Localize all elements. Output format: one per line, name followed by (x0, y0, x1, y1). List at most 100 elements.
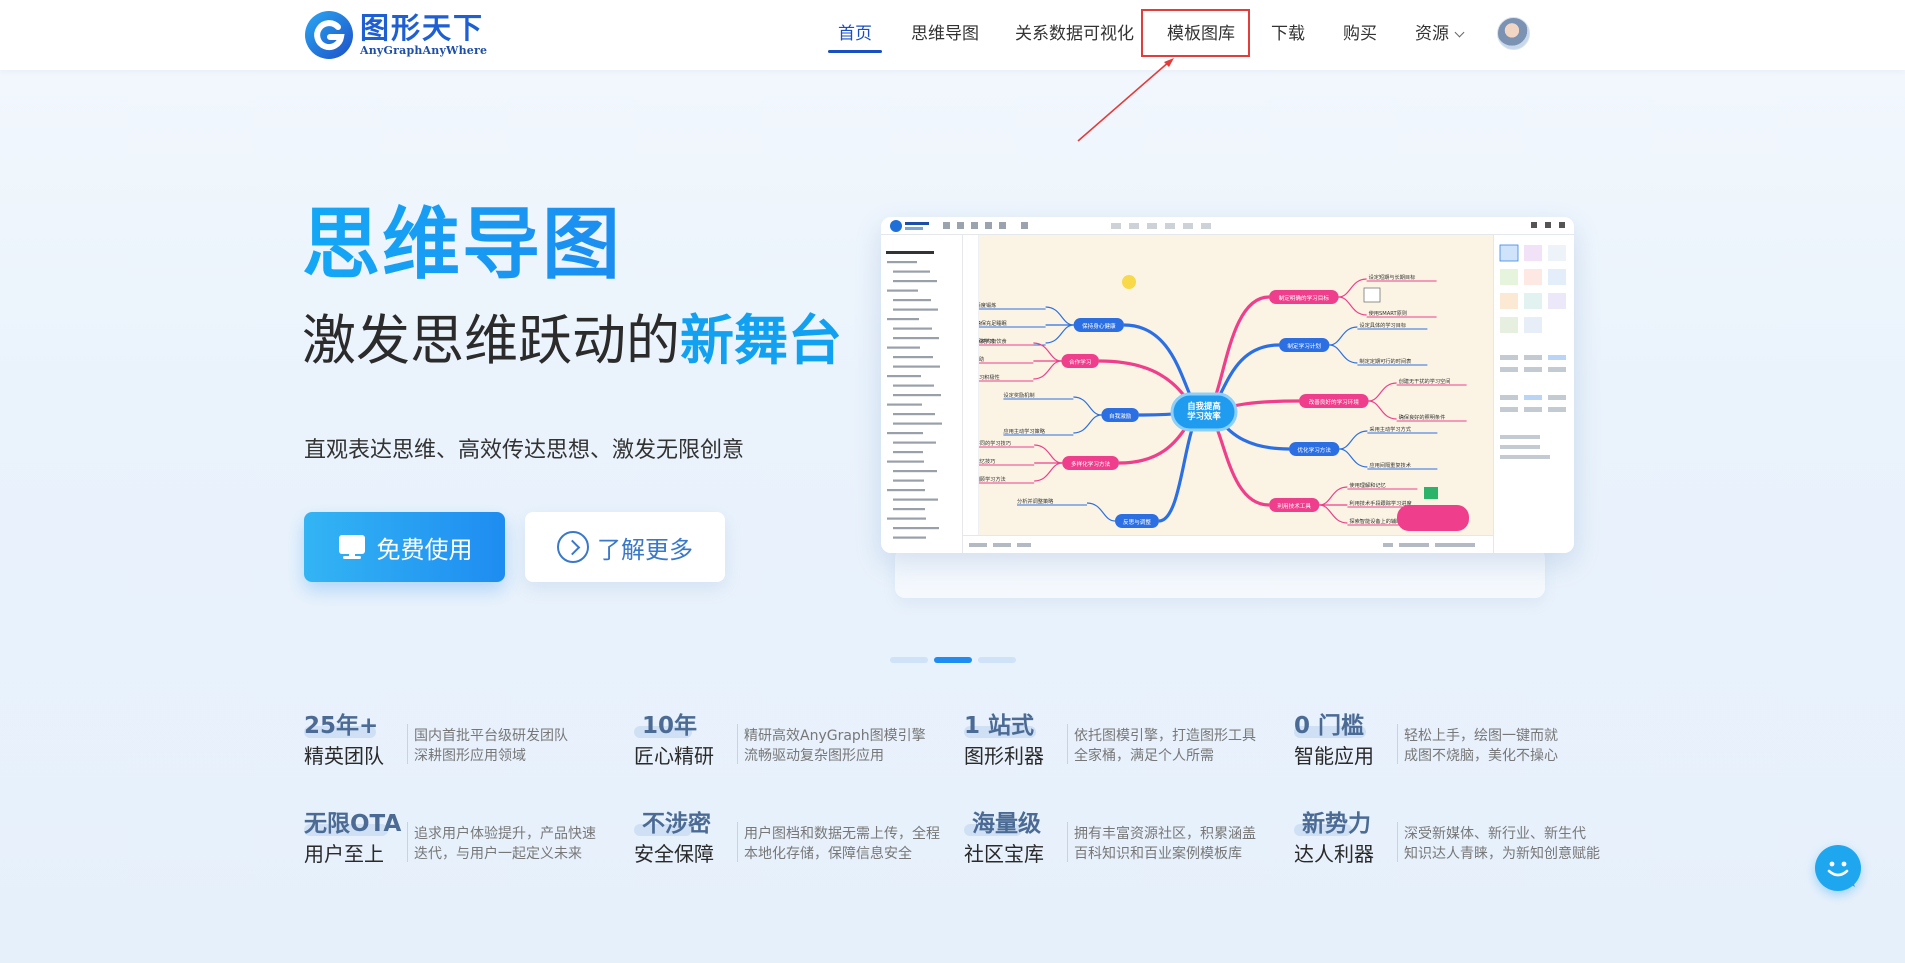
stat-description: 知识达人青睐，为新知创意赋能 (1404, 846, 1600, 862)
stat-title: 精英团队 (304, 744, 384, 768)
nav-resources[interactable]: 资源 (1415, 22, 1465, 46)
editor-status-bar (963, 535, 1493, 553)
mindmap-leaf-label: 利用技术手段跟踪学习进度 (1349, 499, 1411, 507)
stat-description: 深受新媒体、新行业、新生代 (1404, 826, 1586, 842)
mindmap-leaf-line (1033, 360, 1062, 380)
carousel-dot-3[interactable] (978, 657, 1016, 663)
stat-description: 追求用户体验提升，产品快速 (414, 826, 596, 842)
lightbulb-icon (1122, 275, 1136, 289)
logo-name-en: AnyGraphAnyWhere (360, 44, 488, 57)
nav-mindmap[interactable]: 思维导图 (911, 22, 979, 46)
mindmap-leaf-label: 创建无干扰的学习空间 (1399, 377, 1451, 385)
mindmap-leaf-label: 设定具体的学习目标 (1359, 321, 1406, 329)
stat-value: 无限OTA (304, 811, 402, 837)
mindmap-leaf-line (1329, 326, 1358, 346)
mindmap-leaf-label: 使用记忆技巧 (979, 457, 995, 465)
carousel-dot-2[interactable] (934, 657, 972, 663)
mindmap-center-label: 学习效率 (1187, 411, 1221, 421)
mindmap-leaf-line (1368, 382, 1397, 402)
stat-description: 拥有丰富资源社区，积累涵盖 (1074, 826, 1256, 842)
style-panel (1493, 235, 1574, 553)
mindmap-leaf-label: 设定奖励机制 (1003, 391, 1034, 399)
mindmap-leaf-line (1073, 414, 1102, 434)
stat-description: 全家桶，满足个人所需 (1074, 748, 1214, 764)
carousel-dot-1[interactable] (890, 657, 928, 663)
learn-more-button-label: 了解更多 (597, 535, 693, 564)
logo-icon (304, 10, 354, 60)
mindmap-leaf-line (1368, 400, 1397, 420)
stat-value: 新势力 (1302, 811, 1371, 837)
stat-value: 1 站式 (964, 713, 1035, 739)
stat-description: 轻松上手，绘图一键而就 (1404, 728, 1558, 744)
stat-divider (1067, 822, 1068, 862)
mindmap-branch-label: 制定明确的学习目标 (1279, 294, 1330, 302)
stat-description: 深耕图形应用领域 (414, 748, 526, 764)
stat-value: 25年+ (304, 713, 379, 739)
mindmap-leaf-label: 寻求帮助 (979, 355, 984, 363)
nav-active-indicator (828, 50, 882, 53)
mindmap-leaf-line (1034, 444, 1063, 464)
stat-divider (407, 822, 408, 862)
stat-description: 成图不烧脑，美化不操心 (1404, 748, 1558, 764)
mindmap-leaf-line (1339, 430, 1368, 450)
stat-divider (1067, 724, 1068, 764)
stat-title: 匠心精研 (634, 744, 714, 768)
stat-value: 不涉密 (642, 811, 711, 837)
stat-title: 用户至上 (304, 842, 384, 866)
mindmap-branch-label: 自我激励 (1109, 412, 1132, 420)
nav-download[interactable]: 下载 (1271, 22, 1305, 46)
chevron-down-icon (1454, 27, 1465, 38)
stat-title: 达人利器 (1294, 842, 1374, 866)
hero-subtitle-highlight: 新舞台 (680, 309, 842, 372)
nav-buy[interactable]: 购买 (1343, 22, 1377, 46)
logo-name-cn: 图形天下 (360, 11, 485, 45)
hero-subtitle-plain: 激发思维跃动的 (302, 309, 680, 372)
monitor-icon (337, 532, 367, 562)
hero-subtitle: 激发思维跃动的新舞台 (302, 308, 842, 374)
stat-divider (737, 724, 738, 764)
mindmap-leaf-line (1338, 296, 1367, 316)
nav-home[interactable]: 首页 (838, 22, 872, 46)
learn-more-button[interactable]: 了解更多 (525, 512, 725, 582)
mindmap-leaf-label: 采用主动学习方式 (1369, 425, 1411, 433)
stat-title: 智能应用 (1294, 744, 1374, 768)
mindmap-leaf-line (1073, 396, 1102, 416)
stat-divider (1397, 724, 1398, 764)
mindmap-leaf-label: 设定短期与长期目标 (1369, 273, 1416, 281)
mindmap-leaf-line (1329, 344, 1358, 364)
mindmap-note-node (1397, 505, 1469, 531)
mindmap-leaf-line (1319, 504, 1348, 524)
top-navbar: 图形天下 AnyGraphAnyWhere 首页 思维导图 关系数据可视化 模板… (0, 0, 1905, 70)
stat-title: 安全保障 (634, 842, 714, 866)
mindmap-center-label: 自我提高 (1187, 401, 1221, 411)
mindmap-leaf-label: 参与集体学习 (979, 337, 995, 345)
mindmap-leaf-line (1045, 324, 1074, 344)
hero-description: 直观表达思维、高效传达思想、激发无限创意 (304, 438, 745, 463)
mindmap-leaf-line (1319, 486, 1348, 506)
user-avatar[interactable] (1497, 17, 1530, 50)
nav-relation-visualization[interactable]: 关系数据可视化 (1015, 22, 1134, 46)
mindmap-leaf-line (1045, 306, 1074, 326)
stat-description: 流畅驱动复杂图形应用 (744, 748, 884, 764)
product-screenshot: 制定明确的学习目标 制定学习计划 改善良好的学习环境 优化学习方法 利用技术工具 保持身心… (881, 217, 1574, 553)
outline-panel (881, 235, 963, 553)
chat-support-icon[interactable] (1815, 845, 1861, 891)
stat-description: 迭代，与用户一起定义未来 (414, 846, 582, 862)
stat-title: 社区宝库 (964, 842, 1044, 866)
mindmap-leaf-label: 使用SMART原则 (1369, 309, 1407, 317)
nav-resources-label: 资源 (1415, 24, 1449, 44)
canvas-side-toolbar (963, 235, 979, 535)
stat-description: 用户图档和数据无需上传，全程 (744, 826, 940, 842)
stat-divider (737, 822, 738, 862)
mindmap-leaf-label: 制定定期可行的时间表 (1359, 357, 1412, 365)
stat-description: 国内首批平台级研发团队 (414, 728, 568, 744)
free-use-button[interactable]: 免费使用 (304, 512, 505, 582)
mindmap-canvas: 制定明确的学习目标 制定学习计划 改善良好的学习环境 优化学习方法 利用技术工具 保持身心… (963, 235, 1493, 535)
site-logo[interactable]: 图形天下 AnyGraphAnyWhere (304, 9, 494, 61)
stat-value: 海量级 (972, 811, 1041, 837)
stat-description: 百科知识和百业案例模板库 (1074, 846, 1242, 862)
free-use-button-label: 免费使用 (376, 535, 473, 564)
mindmap-leaf-label: 应用间隔重复技术 (1369, 461, 1411, 469)
mindmap-leaf-label: 应用主动学习策略 (1003, 427, 1045, 435)
mindmap-branch-label: 合作学习 (1069, 358, 1091, 366)
